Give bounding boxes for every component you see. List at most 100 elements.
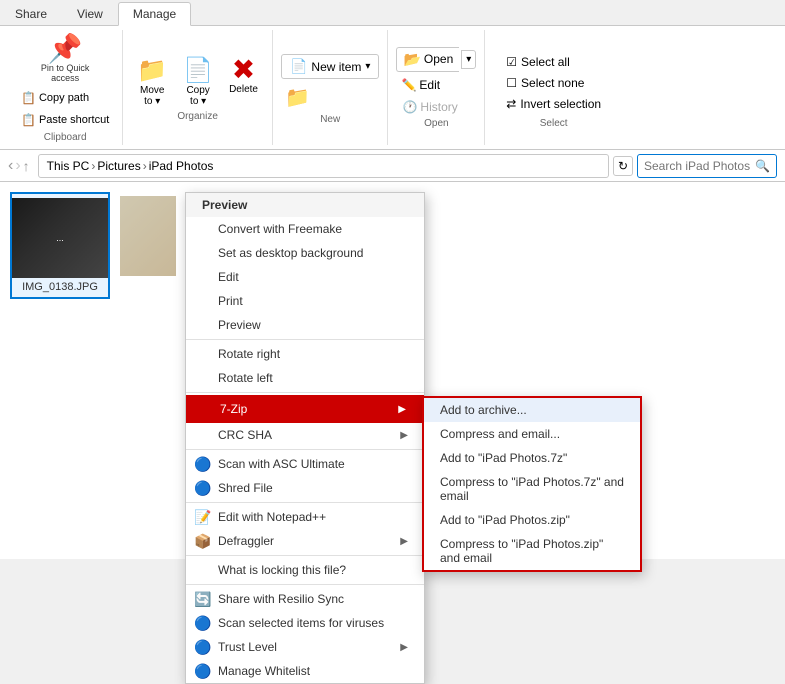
up-button[interactable]: ↑ [23, 158, 30, 174]
clipboard-group: 📌 Pin to Quickaccess 📋 Copy path 📋 Paste… [8, 30, 123, 145]
ribbon: 📌 Pin to Quickaccess 📋 Copy path 📋 Paste… [0, 26, 785, 150]
open-button[interactable]: 📂 Open [396, 47, 459, 72]
search-input[interactable] [644, 159, 755, 173]
path-pictures: Pictures [97, 159, 140, 173]
copy-path-button[interactable]: 📋 Copy path [16, 88, 114, 108]
invert-label: Invert selection [520, 97, 601, 111]
ribbon-tabs: Share View Manage [0, 0, 785, 26]
ctx-print[interactable]: Print [186, 289, 424, 313]
context-menu: Preview Convert with Freemake Set as des… [185, 192, 425, 684]
delete-button[interactable]: ✖ Delete [223, 54, 264, 109]
open-label: Open [424, 52, 453, 66]
ctx-sep5 [186, 555, 424, 556]
edit-icon: ✏️ [401, 78, 416, 92]
move-icon: 📁 [137, 56, 167, 85]
search-box[interactable]: 🔍 [637, 154, 777, 178]
ctx-shred-label: Shred File [218, 481, 273, 495]
tab-manage[interactable]: Manage [118, 2, 191, 26]
ctx-resilio[interactable]: 🔄 Share with Resilio Sync [186, 587, 424, 611]
pin-button[interactable]: 📌 Pin to Quickaccess [36, 32, 95, 86]
ctx-crc[interactable]: CRC SHA ▶ [186, 423, 424, 447]
select-all-button[interactable]: ☑ Select all [499, 52, 608, 72]
sub-add-7z-label: Add to "iPad Photos.7z" [440, 451, 567, 465]
move-button[interactable]: 📁 Moveto ▾ [131, 54, 173, 109]
organize-label: Organize [177, 111, 218, 122]
sub-add-archive-label: Add to archive... [440, 403, 527, 417]
sub-add-7z[interactable]: Add to "iPad Photos.7z" [424, 446, 640, 470]
ctx-locking[interactable]: What is locking this file? [186, 558, 424, 582]
ctx-shred[interactable]: 🔵 Shred File [186, 476, 424, 500]
sub-compress-zip-email-label: Compress to "iPad Photos.zip" and email [440, 537, 624, 565]
sub-compress-7z-email[interactable]: Compress to "iPad Photos.7z" and email [424, 470, 640, 508]
select-group: ☑ Select all ☐ Select none ⇄ Invert sele… [485, 30, 622, 145]
tab-view[interactable]: View [62, 2, 118, 25]
ctx-rotate-left[interactable]: Rotate left [186, 366, 424, 390]
new-item-label: New item [311, 60, 361, 74]
ctx-sep1 [186, 339, 424, 340]
ctx-preview[interactable]: Preview [186, 313, 424, 337]
ctx-header: Preview [186, 193, 424, 217]
ctx-rotate-left-label: Rotate left [218, 371, 273, 385]
forward-button[interactable]: › [15, 157, 20, 175]
ctx-7zip[interactable]: 7-Zip ▶ Add to archive... Compress and e… [186, 395, 424, 423]
sub-compress-email[interactable]: Compress and email... [424, 422, 640, 446]
ctx-sep6 [186, 584, 424, 585]
ctx-convert[interactable]: Convert with Freemake [186, 217, 424, 241]
ctx-defraggler-icon: 📦 [194, 533, 211, 550]
invert-icon: ⇄ [506, 97, 516, 111]
ctx-resilio-label: Share with Resilio Sync [218, 592, 344, 606]
delete-label: Delete [229, 84, 258, 95]
ctx-edit[interactable]: Edit [186, 265, 424, 289]
select-label: Select [540, 118, 568, 129]
ctx-sep2 [186, 392, 424, 393]
ctx-convert-label: Convert with Freemake [218, 222, 342, 236]
thumbnail-text: ... [52, 229, 68, 247]
sub-compress-zip-email[interactable]: Compress to "iPad Photos.zip" and email [424, 532, 640, 570]
paste-shortcut-button[interactable]: 📋 Paste shortcut [16, 110, 114, 130]
search-icon: 🔍 [755, 159, 770, 173]
ctx-scan-virus[interactable]: 🔵 Scan selected items for viruses [186, 611, 424, 635]
ctx-desktop[interactable]: Set as desktop background [186, 241, 424, 265]
open-group-label: Open [424, 118, 448, 129]
open-icon: 📂 [403, 51, 420, 68]
clipboard-label: Clipboard [44, 132, 87, 143]
sub-add-archive[interactable]: Add to archive... [424, 398, 640, 422]
open-arrow-button[interactable]: ▾ [461, 50, 476, 69]
ctx-scan-asc-icon: 🔵 [194, 456, 211, 473]
open-group: 📂 Open ▾ ✏️ Edit 🕐 History Open [388, 30, 485, 145]
select-all-icon: ☑ [506, 55, 517, 69]
sub-compress-email-label: Compress and email... [440, 427, 560, 441]
new-item-button[interactable]: 📄 New item ▾ [281, 54, 379, 79]
refresh-button[interactable]: ↻ [613, 156, 633, 176]
sub-add-zip-label: Add to "iPad Photos.zip" [440, 513, 570, 527]
ctx-defraggler[interactable]: 📦 Defraggler ▶ [186, 529, 424, 553]
ctx-locking-label: What is locking this file? [218, 563, 346, 577]
new-folder-button[interactable]: 📁 [281, 83, 314, 112]
ctx-whitelist-label: Manage Whitelist [218, 664, 310, 678]
file-thumbnail-partial[interactable] [118, 192, 178, 299]
ctx-scan-asc[interactable]: 🔵 Scan with ASC Ultimate [186, 452, 424, 476]
thumbnail-image-partial [120, 196, 176, 276]
select-none-label: Select none [521, 76, 584, 90]
ctx-print-label: Print [218, 294, 243, 308]
ctx-preview-label: Preview [218, 318, 261, 332]
ctx-notepad[interactable]: 📝 Edit with Notepad++ [186, 505, 424, 529]
history-button[interactable]: 🕐 History [396, 98, 476, 116]
file-thumbnail[interactable]: ... IMG_0138.JPG [10, 192, 110, 299]
move-label: Moveto ▾ [140, 85, 164, 107]
invert-selection-button[interactable]: ⇄ Invert selection [499, 94, 608, 114]
edit-button[interactable]: ✏️ Edit [396, 75, 476, 95]
ctx-trust[interactable]: 🔵 Trust Level ▶ [186, 635, 424, 659]
copy-button[interactable]: 📄 Copyto ▾ [177, 54, 219, 109]
ctx-whitelist[interactable]: 🔵 Manage Whitelist [186, 659, 424, 683]
back-button[interactable]: ‹ [8, 157, 13, 175]
ctx-trust-arrow: ▶ [400, 642, 408, 653]
sub-compress-7z-email-label: Compress to "iPad Photos.7z" and email [440, 475, 624, 503]
ctx-resilio-icon: 🔄 [194, 591, 211, 608]
tab-share[interactable]: Share [0, 2, 62, 25]
sub-add-zip[interactable]: Add to "iPad Photos.zip" [424, 508, 640, 532]
ctx-rotate-right[interactable]: Rotate right [186, 342, 424, 366]
ctx-defraggler-arrow: ▶ [400, 536, 408, 547]
address-path[interactable]: This PC › Pictures › iPad Photos [38, 154, 609, 178]
select-none-button[interactable]: ☐ Select none [499, 73, 608, 93]
